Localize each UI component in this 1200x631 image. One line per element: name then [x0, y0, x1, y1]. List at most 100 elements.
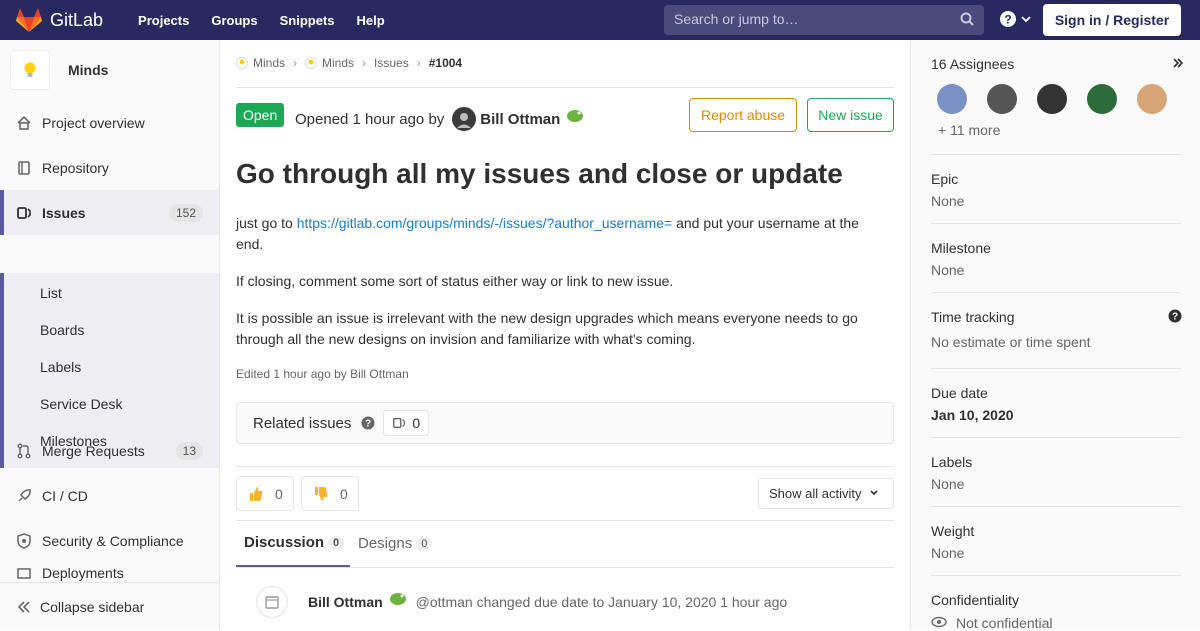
- sidebar-item-label: Project overview: [42, 114, 145, 131]
- project-name: Minds: [68, 62, 109, 78]
- issues-icon: [393, 417, 406, 429]
- sidebar-item-repository[interactable]: Repository: [0, 145, 219, 190]
- tab-designs[interactable]: Designs 0: [358, 520, 433, 567]
- double-chevron-right-icon[interactable]: [1171, 56, 1185, 70]
- avatar[interactable]: [987, 84, 1017, 114]
- divider: [931, 154, 1181, 155]
- dragon-emoji-icon: [389, 593, 406, 605]
- divider: [236, 567, 894, 568]
- svg-text:?: ?: [1004, 13, 1011, 27]
- note-author[interactable]: Bill Ottman: [308, 594, 383, 610]
- new-issue-button[interactable]: New issue: [807, 98, 894, 132]
- author-name[interactable]: Bill Ottman: [480, 111, 560, 128]
- avatar[interactable]: [1087, 84, 1117, 114]
- issues-link[interactable]: https://gitlab.com/groups/minds/-/issues…: [297, 215, 672, 231]
- sidebar-item-label: Deployments: [42, 565, 124, 581]
- breadcrumb-separator: ›: [293, 56, 298, 70]
- brand-name: GitLab: [50, 9, 104, 30]
- avatar[interactable]: [937, 84, 967, 114]
- issue-tabs: Discussion 0 Designs 0: [236, 520, 894, 568]
- home-icon: [17, 115, 31, 130]
- chevron-down-icon: [1021, 16, 1031, 23]
- nav-help[interactable]: Help: [357, 13, 385, 28]
- sidebar-item-security-compliance[interactable]: Security & Compliance: [0, 518, 219, 563]
- shield-icon: [17, 532, 31, 549]
- description-text: just go to: [236, 215, 297, 231]
- subnav-labels[interactable]: Labels: [40, 359, 81, 375]
- subnav-list[interactable]: List: [40, 285, 62, 301]
- related-count-value: 0: [412, 415, 421, 431]
- sidebar-item-label: Merge Requests: [42, 442, 145, 459]
- due-date-title: Due date: [931, 385, 988, 401]
- tab-count: 0: [416, 536, 433, 551]
- avatar[interactable]: [1037, 84, 1067, 114]
- chevron-down-icon: [870, 490, 878, 496]
- sidebar-item-issues[interactable]: Issues 152: [0, 190, 219, 235]
- merge-requests-count-badge: 13: [175, 441, 203, 460]
- divider: [931, 223, 1181, 224]
- project-header[interactable]: Minds: [0, 40, 219, 100]
- thumbs-up-icon: [250, 486, 263, 501]
- report-abuse-button[interactable]: Report abuse: [689, 98, 797, 132]
- subnav-service-desk[interactable]: Service Desk: [40, 396, 122, 412]
- divider: [236, 466, 894, 467]
- thumbs-down-button[interactable]: 0: [301, 476, 359, 511]
- divider: [931, 506, 1181, 507]
- search-icon: [960, 12, 974, 26]
- divider: [236, 87, 894, 88]
- activity-filter-dropdown[interactable]: Show all activity: [758, 478, 894, 509]
- time-tracking-title: Time tracking: [931, 309, 1015, 325]
- opened-text: Opened 1 hour ago by: [295, 110, 445, 128]
- lightbulb-icon: [305, 57, 318, 69]
- avatar[interactable]: [452, 107, 477, 131]
- sidebar-item-deployments[interactable]: Deployments: [0, 563, 219, 583]
- related-issues-label: Related issues: [253, 414, 352, 432]
- tab-discussion[interactable]: Discussion 0: [236, 520, 350, 567]
- issue-meta: Opened 1 hour ago by Bill Ottman: [295, 107, 585, 131]
- issues-icon: [17, 206, 31, 219]
- thumbs-up-count: 0: [275, 485, 283, 502]
- breadcrumb-issue-id[interactable]: #1004: [429, 56, 462, 70]
- breadcrumb-project[interactable]: Minds: [322, 56, 354, 70]
- search-input[interactable]: Search or jump to…: [664, 5, 984, 35]
- sidebar-item-label: Security & Compliance: [42, 532, 184, 549]
- breadcrumb-separator: ›: [362, 56, 367, 70]
- breadcrumb-issues[interactable]: Issues: [374, 56, 409, 70]
- help-dropdown[interactable]: ?: [999, 10, 1032, 28]
- search-placeholder: Search or jump to…: [674, 11, 799, 27]
- related-issues-block: Related issues ? 0: [236, 402, 894, 444]
- weight-title: Weight: [931, 523, 975, 539]
- related-issues-count[interactable]: 0: [383, 410, 430, 436]
- subnav-boards[interactable]: Boards: [40, 322, 84, 338]
- time-tracking-value: No estimate or time spent: [931, 334, 1091, 350]
- avatar[interactable]: [1137, 84, 1167, 114]
- project-avatar: [10, 50, 50, 90]
- sidebar-item-label: Issues: [42, 204, 86, 221]
- nav-groups[interactable]: Groups: [211, 13, 257, 28]
- sidebar-item-label: Repository: [42, 159, 109, 176]
- top-navbar: GitLab Projects Groups Snippets Help Sea…: [0, 0, 1200, 40]
- question-circle-icon[interactable]: ?: [361, 416, 375, 430]
- nav-snippets[interactable]: Snippets: [280, 13, 335, 28]
- description-text: end.: [236, 236, 264, 252]
- issues-count-badge: 152: [168, 203, 203, 222]
- breadcrumb-group[interactable]: Minds: [253, 56, 285, 70]
- rocket-icon: [18, 488, 31, 502]
- thumbs-up-button[interactable]: 0: [236, 476, 294, 511]
- more-assignees[interactable]: + 11 more: [938, 122, 1000, 138]
- issue-title: Go through all my issues and close or up…: [236, 158, 843, 189]
- sidebar-item-project-overview[interactable]: Project overview: [0, 100, 219, 145]
- sidebar-item-label: CI / CD: [42, 487, 88, 504]
- deployments-icon: [17, 568, 31, 579]
- sign-in-button[interactable]: Sign in / Register: [1043, 4, 1181, 36]
- collapse-sidebar-button[interactable]: Collapse sidebar: [0, 582, 219, 630]
- sidebar-item-ci-cd[interactable]: CI / CD: [0, 473, 219, 518]
- tab-label: Discussion: [244, 534, 325, 551]
- question-circle-icon[interactable]: ?: [1168, 309, 1182, 323]
- description-paragraph: If closing, comment some sort of status …: [236, 273, 674, 289]
- nav-projects[interactable]: Projects: [138, 13, 189, 28]
- sidebar-item-merge-requests[interactable]: Merge Requests 13: [0, 428, 219, 473]
- gitlab-logo[interactable]: GitLab: [16, 8, 103, 32]
- divider: [931, 292, 1181, 293]
- merge-request-icon: [17, 443, 31, 458]
